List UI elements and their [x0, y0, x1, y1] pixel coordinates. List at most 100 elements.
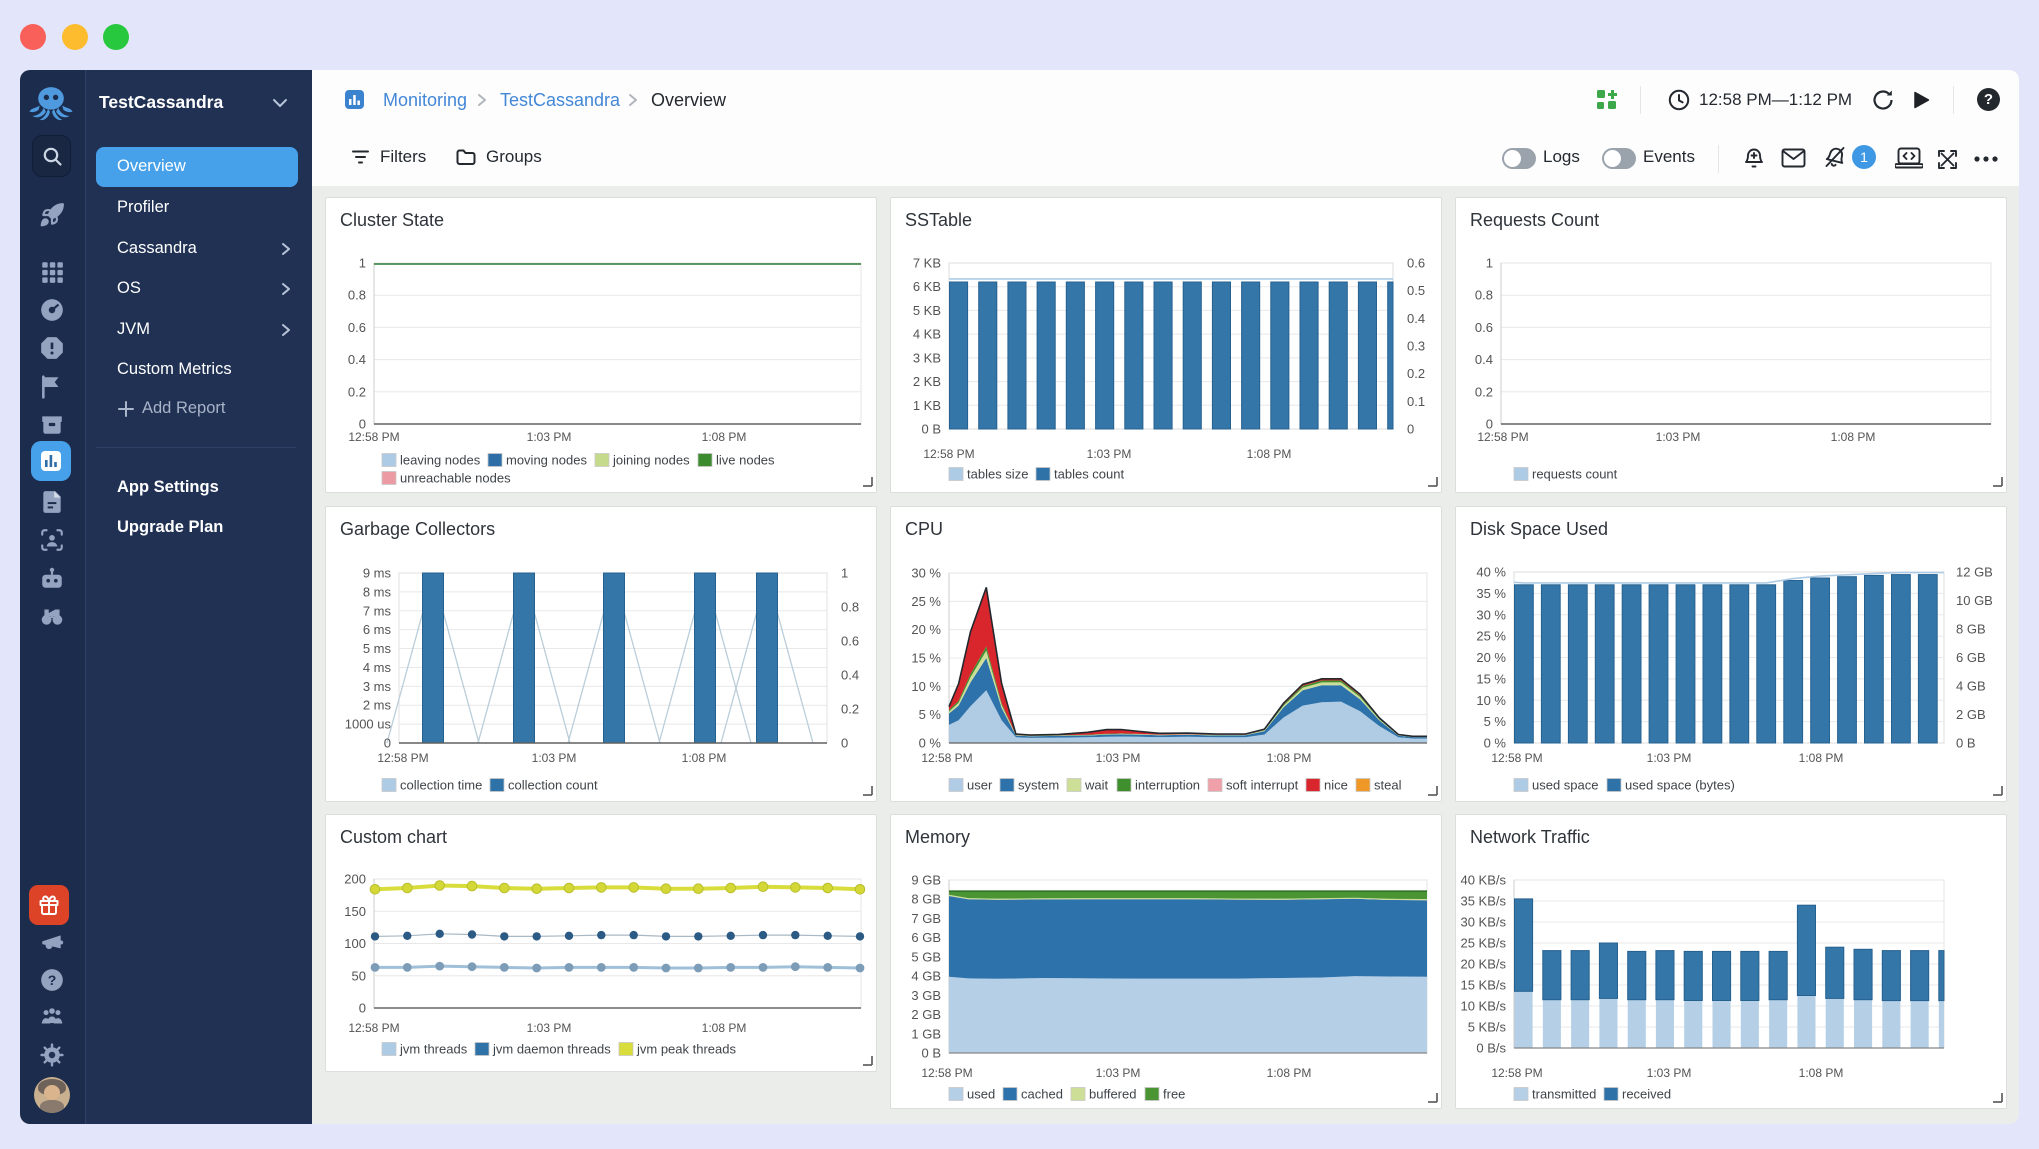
svg-text:1:08 PM: 1:08 PM — [1247, 447, 1292, 461]
svg-text:20 %: 20 % — [911, 622, 941, 637]
svg-text:25 KB/s: 25 KB/s — [1460, 936, 1506, 951]
svg-text:jvm daemon threads: jvm daemon threads — [492, 1042, 611, 1057]
svg-text:6 ms: 6 ms — [363, 622, 392, 637]
svg-text:4 KB: 4 KB — [913, 327, 941, 342]
svg-text:15 KB/s: 15 KB/s — [1460, 978, 1506, 993]
svg-text:3 ms: 3 ms — [363, 679, 392, 694]
svg-text:1 KB: 1 KB — [913, 398, 941, 413]
svg-text:0 B: 0 B — [921, 422, 941, 437]
svg-text:1: 1 — [841, 566, 848, 581]
svg-text:1:03 PM: 1:03 PM — [1087, 447, 1132, 461]
svg-text:0.8: 0.8 — [348, 288, 366, 303]
svg-text:12 GB: 12 GB — [1956, 565, 1993, 580]
svg-text:10 %: 10 % — [911, 679, 941, 694]
svg-text:8 GB: 8 GB — [1956, 622, 1986, 637]
svg-text:0 B: 0 B — [921, 1046, 941, 1061]
svg-text:1:03 PM: 1:03 PM — [1647, 751, 1692, 765]
svg-text:4 GB: 4 GB — [911, 969, 941, 984]
svg-text:4 ms: 4 ms — [363, 660, 392, 675]
svg-text:0.2: 0.2 — [841, 702, 859, 717]
svg-text:jvm threads: jvm threads — [399, 1042, 468, 1057]
svg-text:0 %: 0 % — [1484, 736, 1507, 751]
svg-text:1:08 PM: 1:08 PM — [702, 430, 747, 444]
svg-text:5 %: 5 % — [1484, 714, 1507, 729]
svg-text:25 %: 25 % — [911, 594, 941, 609]
svg-text:tables size: tables size — [967, 467, 1028, 482]
svg-text:1: 1 — [359, 256, 366, 271]
svg-text:0.4: 0.4 — [1475, 352, 1493, 367]
svg-text:live nodes: live nodes — [716, 453, 775, 468]
svg-text:5 KB/s: 5 KB/s — [1468, 1020, 1507, 1035]
svg-text:0.3: 0.3 — [1407, 339, 1425, 354]
svg-text:tables count: tables count — [1054, 467, 1124, 482]
svg-text:1:08 PM: 1:08 PM — [682, 751, 727, 765]
svg-text:collection time: collection time — [400, 778, 482, 793]
svg-text:15 %: 15 % — [1476, 671, 1506, 686]
svg-text:9 ms: 9 ms — [363, 566, 392, 581]
svg-text:cached: cached — [1021, 1087, 1063, 1102]
svg-text:5 %: 5 % — [919, 707, 942, 722]
svg-text:0 B: 0 B — [1956, 736, 1976, 751]
svg-text:8 ms: 8 ms — [363, 584, 392, 599]
svg-text:2 GB: 2 GB — [1956, 707, 1986, 722]
svg-text:10 GB: 10 GB — [1956, 593, 1993, 608]
svg-text:3 KB: 3 KB — [913, 350, 941, 365]
svg-text:7 KB: 7 KB — [913, 256, 941, 271]
svg-text:0.1: 0.1 — [1407, 394, 1425, 409]
svg-text:35 KB/s: 35 KB/s — [1460, 894, 1506, 909]
svg-text:10 %: 10 % — [1476, 693, 1506, 708]
svg-text:12:58 PM: 12:58 PM — [923, 447, 974, 461]
svg-text:1000 us: 1000 us — [345, 717, 392, 732]
svg-text:12:58 PM: 12:58 PM — [921, 751, 972, 765]
svg-text:0.2: 0.2 — [348, 384, 366, 399]
svg-text:7 ms: 7 ms — [363, 603, 392, 618]
svg-text:0 B/s: 0 B/s — [1476, 1041, 1506, 1056]
svg-text:1: 1 — [1486, 256, 1493, 271]
svg-text:1:03 PM: 1:03 PM — [1656, 430, 1701, 444]
svg-text:system: system — [1018, 778, 1059, 793]
svg-text:0.8: 0.8 — [841, 600, 859, 615]
svg-text:collection count: collection count — [508, 778, 598, 793]
svg-text:25 %: 25 % — [1476, 629, 1506, 644]
svg-text:5 ms: 5 ms — [363, 641, 392, 656]
svg-text:0.8: 0.8 — [1475, 288, 1493, 303]
svg-text:buffered: buffered — [1089, 1087, 1136, 1102]
svg-text:0.4: 0.4 — [348, 352, 366, 367]
svg-text:unreachable nodes: unreachable nodes — [400, 471, 511, 486]
svg-text:35 %: 35 % — [1476, 586, 1506, 601]
svg-text:1:08 PM: 1:08 PM — [1799, 751, 1844, 765]
svg-text:nice: nice — [1324, 778, 1348, 793]
svg-text:1:03 PM: 1:03 PM — [532, 751, 577, 765]
svg-text:15 %: 15 % — [911, 651, 941, 666]
svg-text:0.6: 0.6 — [1475, 320, 1493, 335]
svg-text:0 %: 0 % — [919, 736, 942, 751]
svg-text:1:03 PM: 1:03 PM — [1647, 1066, 1692, 1080]
svg-text:moving nodes: moving nodes — [506, 453, 587, 468]
svg-text:1 GB: 1 GB — [911, 1026, 941, 1041]
svg-text:0.2: 0.2 — [1407, 366, 1425, 381]
svg-text:?: ? — [48, 972, 57, 988]
svg-text:0: 0 — [359, 1001, 366, 1016]
svg-text:7 GB: 7 GB — [911, 911, 941, 926]
svg-text:0: 0 — [841, 736, 848, 751]
svg-text:3 GB: 3 GB — [911, 988, 941, 1003]
svg-text:12:58 PM: 12:58 PM — [1491, 751, 1542, 765]
svg-text:2 ms: 2 ms — [363, 698, 392, 713]
svg-text:0.4: 0.4 — [1407, 311, 1425, 326]
svg-text:0.5: 0.5 — [1407, 283, 1425, 298]
svg-text:6 GB: 6 GB — [1956, 650, 1986, 665]
svg-text:9 GB: 9 GB — [911, 873, 941, 888]
svg-text:100: 100 — [344, 936, 366, 951]
svg-text:12:58 PM: 12:58 PM — [921, 1066, 972, 1080]
svg-text:5 GB: 5 GB — [911, 949, 941, 964]
svg-text:30 KB/s: 30 KB/s — [1460, 915, 1506, 930]
svg-text:20 KB/s: 20 KB/s — [1460, 957, 1506, 972]
svg-text:0.6: 0.6 — [841, 634, 859, 649]
svg-text:12:58 PM: 12:58 PM — [348, 430, 399, 444]
svg-text:20 %: 20 % — [1476, 650, 1506, 665]
svg-text:received: received — [1622, 1087, 1671, 1102]
svg-text:10 KB/s: 10 KB/s — [1460, 999, 1506, 1014]
svg-text:1:03 PM: 1:03 PM — [527, 1021, 572, 1035]
svg-text:1:03 PM: 1:03 PM — [527, 430, 572, 444]
svg-text:leaving nodes: leaving nodes — [400, 453, 481, 468]
